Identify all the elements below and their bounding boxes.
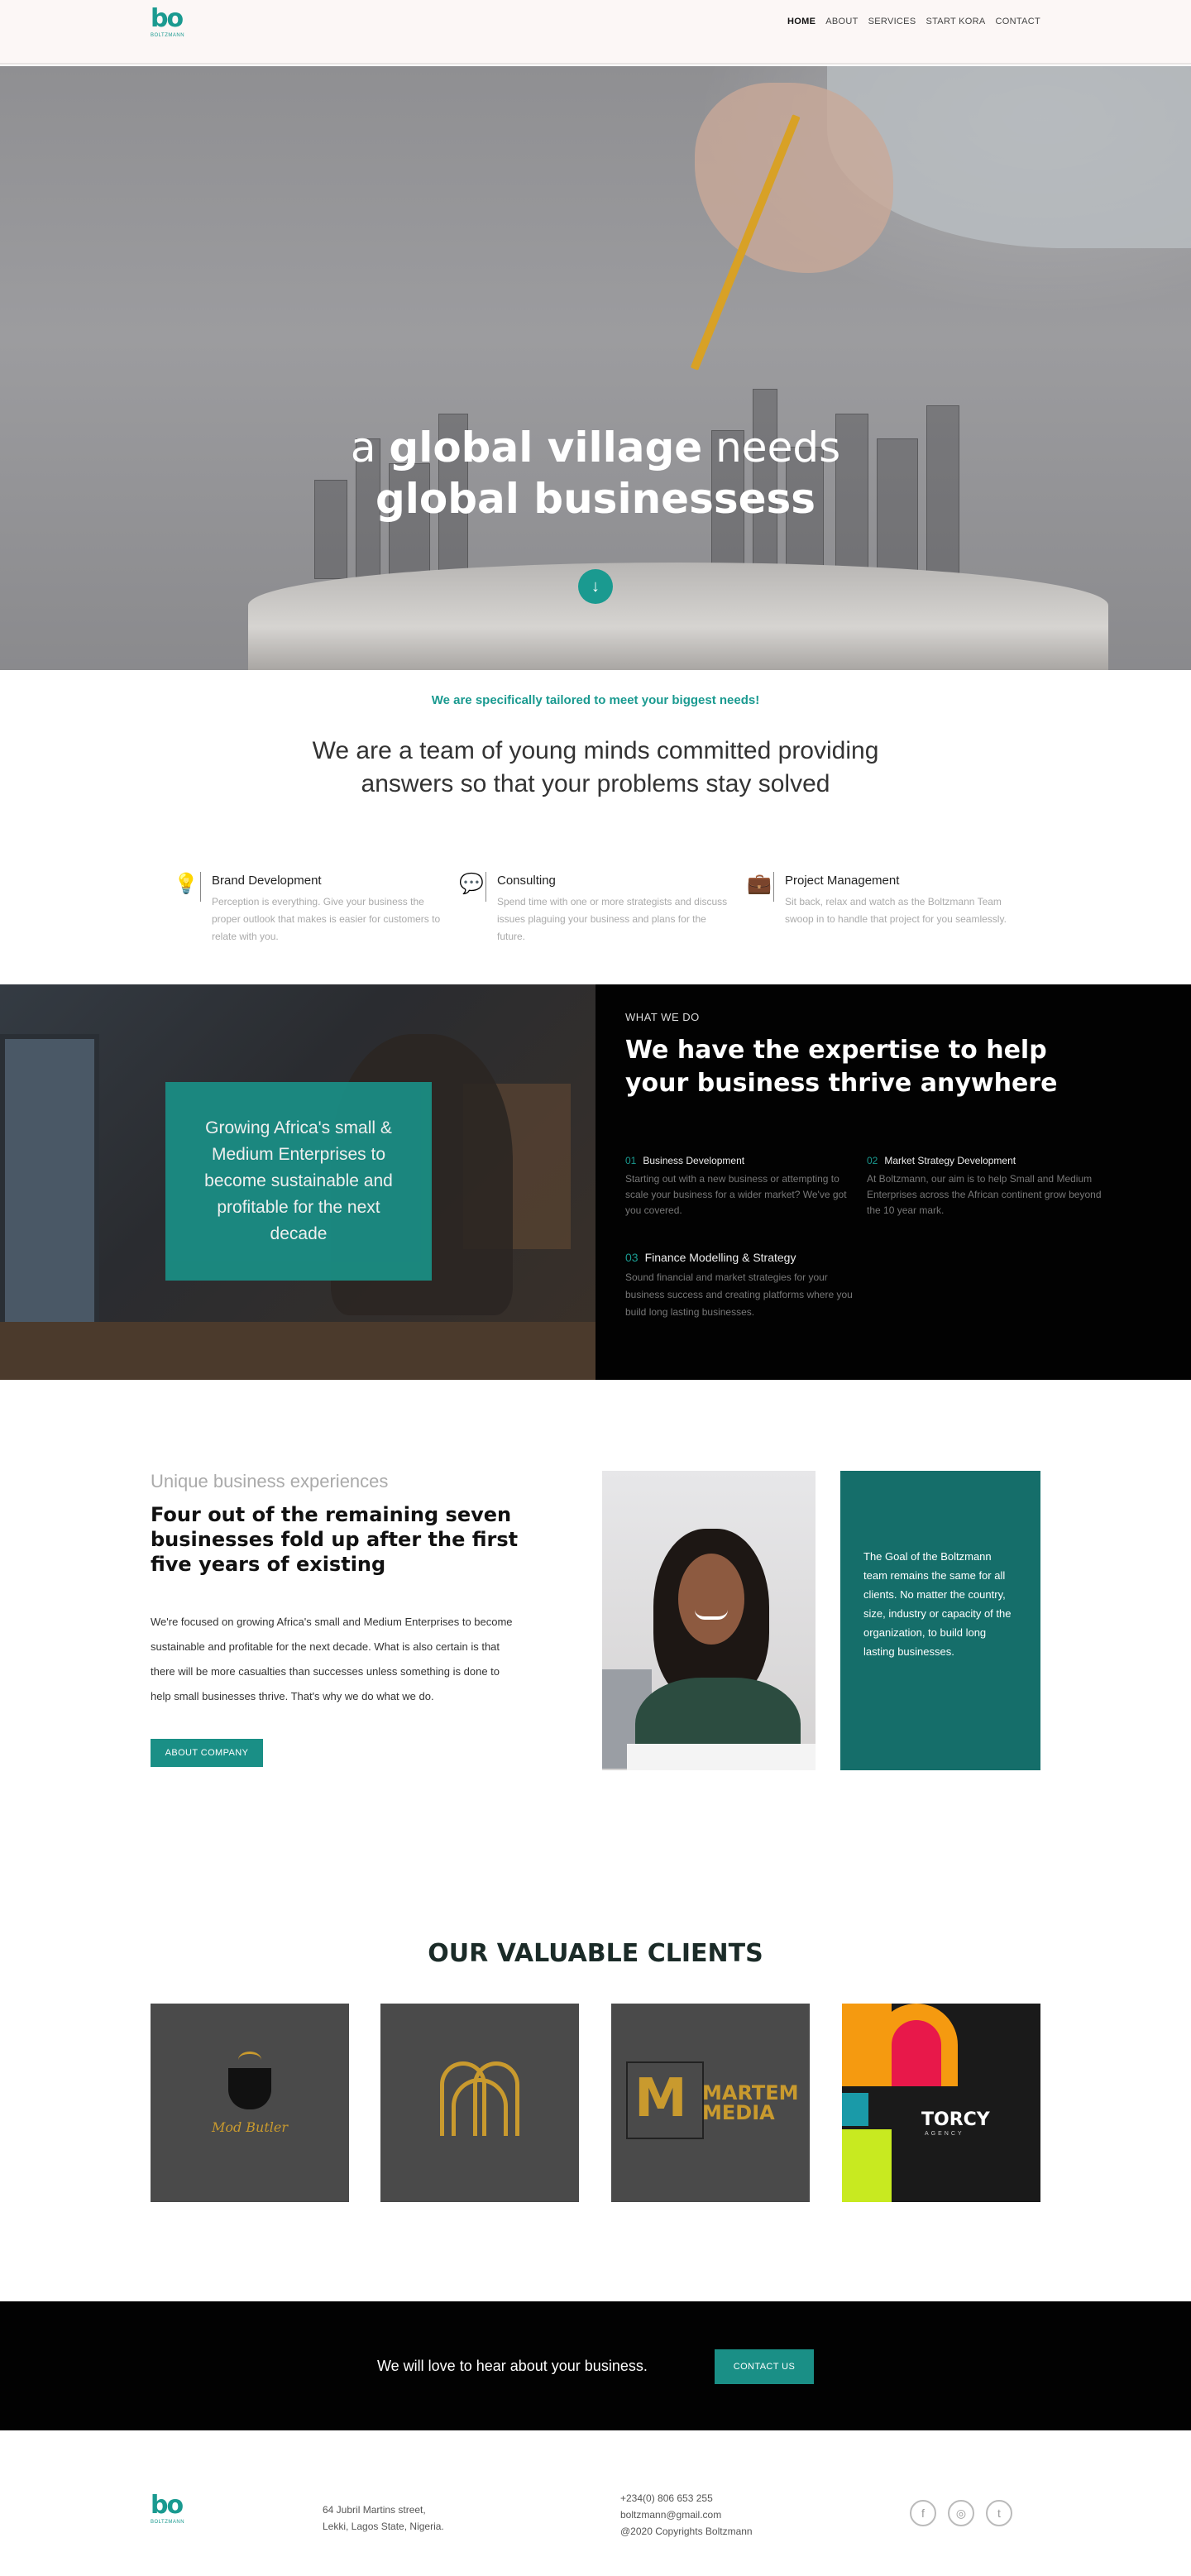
what-we-do-image: Growing Africa's small & Medium Enterpri… xyxy=(0,984,596,1380)
divider xyxy=(485,872,486,902)
torcy-shape xyxy=(892,2020,941,2086)
address-line: Lekki, Lagos State, Nigeria. xyxy=(323,2521,444,2532)
hero-banner: a global village needs global businesses… xyxy=(0,66,1191,670)
paper-image xyxy=(627,1744,816,1770)
feature-market-strategy: 02 Market Strategy Development At Boltzma… xyxy=(867,1155,1107,1219)
cup-icon xyxy=(228,2068,271,2109)
logo-mark: bo xyxy=(151,2491,184,2520)
martem-line2: MEDIA xyxy=(702,2101,775,2124)
feature-finance-modelling: 03 Finance Modelling & Strategy Sound fin… xyxy=(625,1251,865,1321)
nav-services[interactable]: SERVICES xyxy=(868,17,916,26)
feature-number: 02 xyxy=(867,1155,878,1166)
feature-title: Business Development xyxy=(643,1155,745,1166)
logo-subtitle: BOLTZMANN xyxy=(151,2520,185,2525)
chat-bubble-icon: 💬 xyxy=(459,873,484,895)
unique-body: We're focused on growing Africa's small … xyxy=(151,1616,513,1702)
top-navbar: bo BOLTZMANN HOME ABOUT SERVICES START K… xyxy=(0,0,1191,65)
service-desc: Perception is everything. Give your busi… xyxy=(212,896,441,942)
portrait-photo xyxy=(602,1471,816,1770)
phone-number[interactable]: +234(0) 806 653 255 xyxy=(620,2490,753,2507)
cta-message: We will love to hear about your business… xyxy=(377,2358,648,2374)
footer-logo[interactable]: bo BOLTZMANN xyxy=(151,2493,190,2530)
martem-letter: M xyxy=(634,2068,687,2129)
social-links: f ◎ t xyxy=(910,2500,1012,2526)
arch-icon xyxy=(452,2078,508,2136)
feature-number: 03 xyxy=(625,1251,639,1264)
client-logo-torcy[interactable]: TORCY AGENCY xyxy=(842,2004,1040,2202)
hero-heading-a: a xyxy=(350,424,390,472)
clients-heading: OUR VALUABLE CLIENTS xyxy=(428,1939,763,1968)
footer-contact: +234(0) 806 653 255 boltzmann@gmail.com … xyxy=(620,2490,753,2540)
divider xyxy=(200,872,201,902)
service-title: Consulting xyxy=(497,874,556,888)
client-logo-arch[interactable] xyxy=(380,2004,579,2202)
feature-desc: Sound financial and market strategies fo… xyxy=(625,1271,853,1318)
twitter-icon[interactable]: t xyxy=(986,2500,1012,2526)
feature-title: Market Strategy Development xyxy=(884,1155,1016,1166)
footer: bo BOLTZMANN 64 Jubril Martins street, L… xyxy=(0,2430,1191,2576)
address-line: 64 Jubril Martins street, xyxy=(323,2504,426,2516)
unique-eyebrow: Unique business experiences xyxy=(151,1471,389,1491)
monitor-image xyxy=(0,1034,99,1332)
torcy-shape xyxy=(842,2129,892,2202)
service-title: Project Management xyxy=(785,874,900,888)
client-logo-text: MARTEM MEDIA xyxy=(702,2083,799,2123)
logo[interactable]: bo BOLTZMANN xyxy=(151,7,190,43)
what-we-do-panel: WHAT WE DO We have the expertise to help… xyxy=(596,984,1191,1380)
lightbulb-icon: 💡 xyxy=(174,873,198,895)
feature-title: Finance Modelling & Strategy xyxy=(644,1251,796,1264)
smile-image xyxy=(695,1610,728,1620)
email-address[interactable]: boltzmann@gmail.com xyxy=(620,2507,753,2523)
hero-heading-needs: needs xyxy=(702,424,841,472)
hero-heading-line2: global businessess xyxy=(375,475,816,523)
client-logo-martem-media[interactable]: M MARTEM MEDIA xyxy=(611,2004,810,2202)
logo-subtitle: BOLTZMANN xyxy=(151,33,185,38)
services-row: 💡 Brand Development Perception is everyt… xyxy=(174,867,1026,966)
goal-card: The Goal of the Boltzmann team remains t… xyxy=(840,1471,1040,1770)
torcy-shape xyxy=(842,2093,868,2126)
main-menu: HOME ABOUT SERVICES START KORA CONTACT xyxy=(787,17,1040,26)
martem-line1: MARTEM xyxy=(702,2081,799,2104)
briefcase-icon: 💼 xyxy=(747,873,772,895)
steam-icon xyxy=(238,2052,261,2068)
nav-about[interactable]: ABOUT xyxy=(825,17,858,26)
client-logo-mod-butler[interactable]: Mod Butler xyxy=(151,2004,349,2202)
facebook-icon[interactable]: f xyxy=(910,2500,936,2526)
about-company-button[interactable]: ABOUT COMPANY xyxy=(151,1739,263,1767)
feature-business-development: 01 Business Development Starting out with… xyxy=(625,1155,865,1219)
hero-book-image xyxy=(248,563,1108,670)
service-desc: Sit back, relax and watch as the Boltzma… xyxy=(785,896,1007,925)
scroll-down-button[interactable]: ↓ xyxy=(578,569,613,604)
martem-frame: M xyxy=(626,2061,704,2139)
logo-mark: bo xyxy=(151,4,184,33)
arrow-down-icon: ↓ xyxy=(591,577,600,596)
what-we-do-heading: We have the expertise to help your busin… xyxy=(625,1036,1058,1098)
client-logo-text: TORCY xyxy=(921,2109,990,2130)
desk-image xyxy=(0,1322,596,1380)
cta-banner: We will love to hear about your business… xyxy=(0,2301,1191,2430)
footer-address: 64 Jubril Martins street, Lekki, Lagos S… xyxy=(323,2502,444,2535)
service-desc: Spend time with one or more strategists … xyxy=(497,896,728,942)
client-logo-text: Mod Butler xyxy=(211,2119,289,2135)
hero-heading: a global village needs global businesses… xyxy=(0,422,1191,524)
mission-card: Growing Africa's small & Medium Enterpri… xyxy=(165,1082,432,1281)
client-logo-subtext: AGENCY xyxy=(925,2131,964,2137)
contact-us-button[interactable]: CONTACT US xyxy=(715,2349,814,2384)
service-title: Brand Development xyxy=(212,874,322,888)
feature-desc: At Boltzmann, our aim is to help Small a… xyxy=(867,1173,1102,1216)
face-image xyxy=(678,1554,744,1645)
instagram-icon[interactable]: ◎ xyxy=(948,2500,974,2526)
section-label: WHAT WE DO xyxy=(625,1011,700,1023)
nav-start-kora[interactable]: START KORA xyxy=(926,17,985,26)
unique-heading: Four out of the remaining seven business… xyxy=(151,1503,519,1576)
intro-statement: We are a team of young minds committed p… xyxy=(312,737,879,797)
feature-number: 01 xyxy=(625,1155,637,1166)
nav-contact[interactable]: CONTACT xyxy=(996,17,1040,26)
nav-home[interactable]: HOME xyxy=(787,17,816,26)
intro-tagline: We are specifically tailored to meet you… xyxy=(431,693,760,707)
divider xyxy=(773,872,774,902)
copyright: @2020 Copyrights Boltzmann xyxy=(620,2526,753,2537)
hero-heading-global-village: global village xyxy=(389,424,703,472)
feature-desc: Starting out with a new business or atte… xyxy=(625,1173,847,1216)
